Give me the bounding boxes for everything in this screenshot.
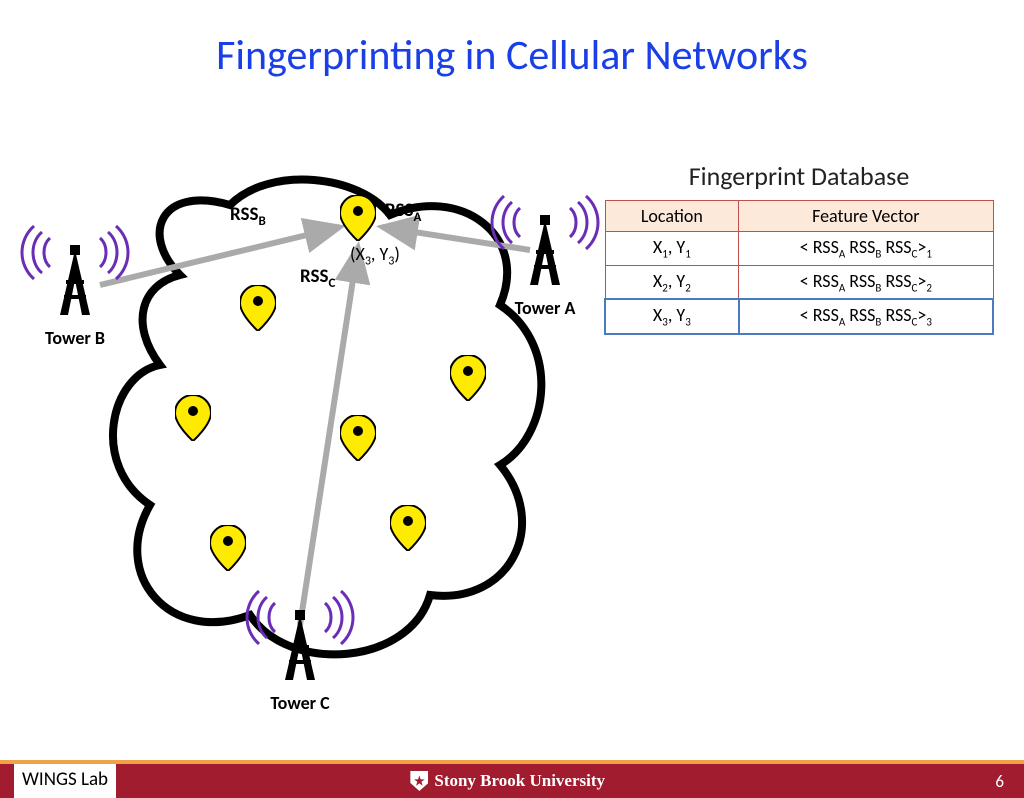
col-feature-vector: Feature Vector — [739, 201, 993, 232]
table-row: X2, Y2< RSSA RSSB RSSC>2 — [605, 265, 993, 299]
cell-location: X2, Y2 — [605, 265, 739, 299]
cell-feature-vector: < RSSA RSSB RSSC>1 — [739, 232, 993, 266]
slide-title: Fingerprinting in Cellular Networks — [0, 30, 1024, 81]
cell-feature-vector: < RSSA RSSB RSSC>3 — [739, 299, 993, 334]
location-pin — [210, 525, 246, 571]
database-title: Fingerprint Database — [604, 160, 994, 192]
tower-b-label: Tower B — [20, 327, 130, 349]
diagram: Tower B Tower A — [20, 155, 590, 715]
rss-a-label: RSSA — [385, 199, 421, 225]
table-row: X1, Y1< RSSA RSSB RSSC>1 — [605, 232, 993, 266]
location-pin — [450, 355, 486, 401]
tower-a: Tower A — [490, 190, 600, 319]
table-row: X3, Y3< RSSA RSSB RSSC>3 — [605, 299, 993, 334]
rss-b-label: RSSB — [230, 203, 266, 229]
location-pin — [340, 415, 376, 461]
lab-name: WINGS Lab — [14, 764, 116, 798]
rss-c-label: RSSC — [300, 265, 335, 291]
tower-b: Tower B — [20, 220, 130, 349]
university-name: Stony Brook University — [434, 771, 605, 791]
cell-location: X3, Y3 — [605, 299, 739, 334]
location-pin-target — [340, 195, 376, 241]
location-pin — [390, 505, 426, 551]
page-number: 6 — [995, 771, 1004, 792]
footer: ★ Stony Brook University 6 WINGS Lab — [0, 760, 1024, 798]
target-coord-label: (X3, Y3) — [350, 243, 400, 269]
shield-icon: ★ — [410, 771, 428, 791]
tower-c: Tower C — [245, 585, 355, 714]
tower-a-label: Tower A — [490, 297, 600, 319]
location-pin — [175, 395, 211, 441]
fingerprint-table: Location Feature Vector X1, Y1< RSSA RSS… — [604, 200, 994, 335]
location-pin — [240, 285, 276, 331]
database-panel: Fingerprint Database Location Feature Ve… — [604, 160, 994, 335]
cell-tower-icon — [20, 220, 130, 320]
cell-location: X1, Y1 — [605, 232, 739, 266]
cell-tower-icon — [245, 585, 355, 685]
university-logo: ★ Stony Brook University — [410, 771, 605, 791]
cell-tower-icon — [490, 190, 600, 290]
tower-c-label: Tower C — [245, 692, 355, 714]
cell-feature-vector: < RSSA RSSB RSSC>2 — [739, 265, 993, 299]
col-location: Location — [605, 201, 739, 232]
